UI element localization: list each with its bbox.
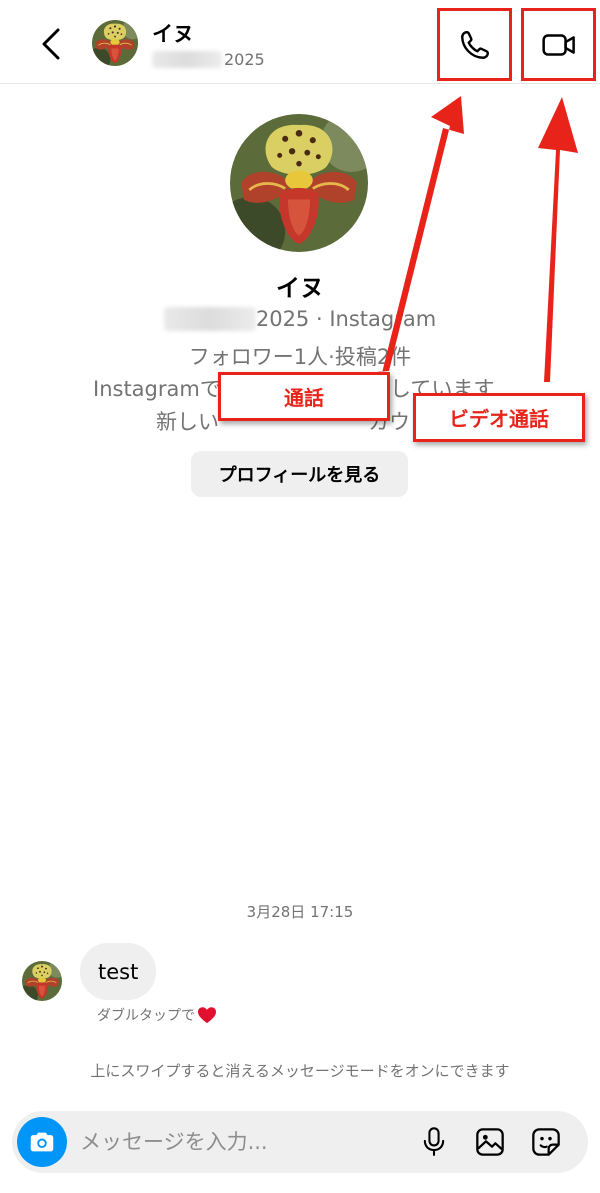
heart-icon	[198, 1007, 216, 1024]
blurred-handle	[152, 51, 222, 68]
vanish-mode-hint: 上にスワイプすると消えるメッセージモードをオンにできます	[90, 1062, 510, 1080]
chat-header: イヌ 2025	[0, 0, 600, 84]
video-call-callout-label: ビデオ通話	[413, 393, 585, 442]
header-subtitle-year: 2025	[224, 50, 265, 69]
arrow-to-video	[538, 97, 578, 382]
profile-info-left-2: 新しい	[156, 410, 219, 434]
sender-avatar[interactable]	[22, 961, 62, 1001]
arrow-to-call	[376, 96, 464, 373]
camera-icon	[30, 1132, 54, 1152]
microphone-icon	[423, 1127, 445, 1156]
phone-icon	[460, 30, 489, 59]
voice-message-button[interactable]	[416, 1124, 452, 1160]
profile-handle-line: 2025 · Instagram	[0, 307, 600, 331]
sticker-icon	[532, 1128, 560, 1156]
video-call-button[interactable]	[521, 8, 596, 81]
camera-button[interactable]	[17, 1117, 67, 1167]
image-icon	[476, 1128, 504, 1156]
gallery-button[interactable]	[472, 1124, 508, 1160]
profile-name: イヌ	[276, 274, 324, 302]
profile-avatar[interactable]	[230, 114, 368, 252]
blurred-handle	[163, 307, 256, 331]
header-username[interactable]: イヌ	[152, 18, 194, 48]
back-button[interactable]	[34, 24, 68, 64]
followers-posts-count: フォロワー1人·投稿2件	[188, 345, 412, 369]
profile-handle-suffix: 2025 · Instagram	[255, 307, 437, 331]
video-camera-icon	[541, 33, 575, 56]
call-callout-label: 通話	[218, 372, 390, 421]
header-avatar[interactable]	[92, 20, 138, 66]
double-tap-text: ダブルタップで	[97, 1008, 195, 1024]
message-timestamp: 3月28日 17:15	[246, 903, 354, 921]
header-subtitle: 2025	[152, 50, 265, 69]
message-composer	[12, 1111, 588, 1173]
view-profile-button[interactable]: プロフィールを見る	[191, 451, 408, 497]
double-tap-hint: ダブルタップで	[97, 1005, 217, 1025]
profile-info-left: Instagramで	[93, 377, 221, 401]
message-bubble[interactable]: test	[80, 943, 157, 1000]
chevron-left-icon	[42, 28, 60, 60]
voice-call-button[interactable]	[437, 8, 512, 81]
message-input[interactable]	[80, 1124, 400, 1160]
sticker-button[interactable]	[528, 1124, 564, 1160]
